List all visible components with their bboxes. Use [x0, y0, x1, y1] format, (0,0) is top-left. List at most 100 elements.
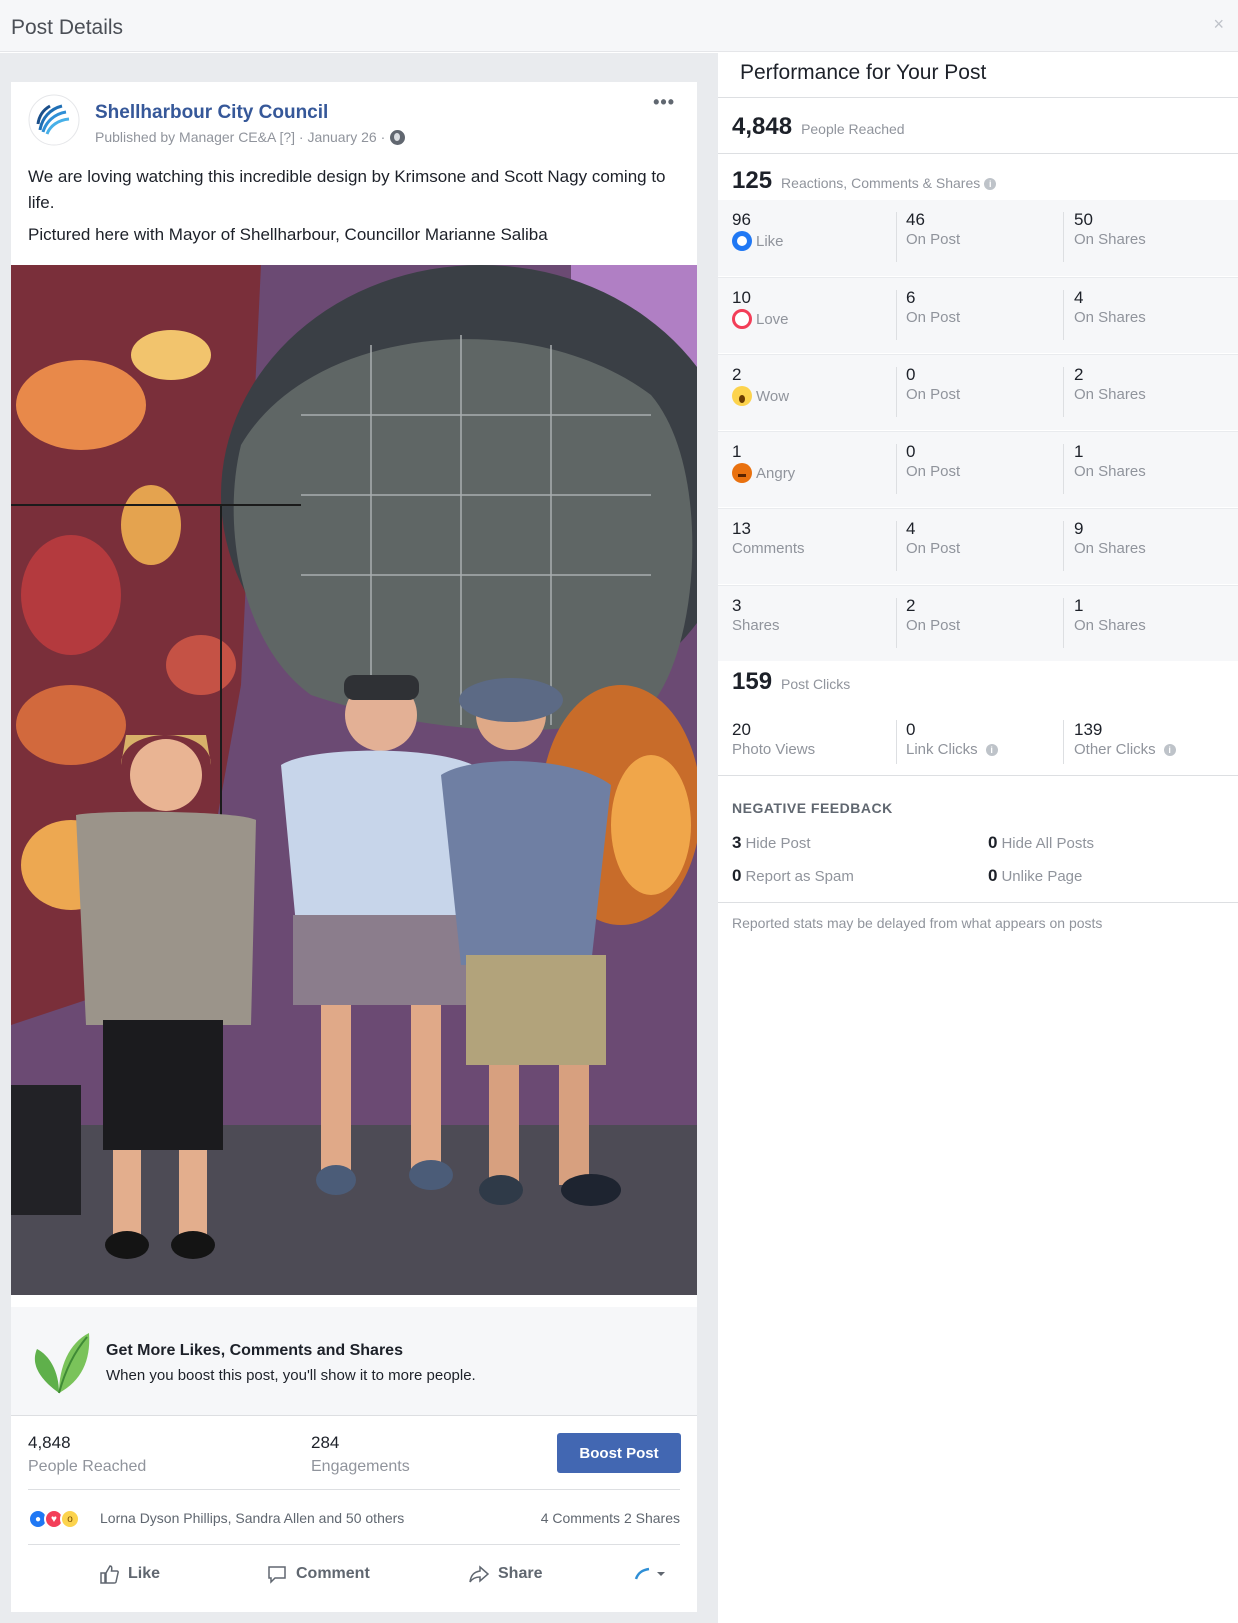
metric-total-value: 1 [732, 442, 742, 461]
divider [718, 902, 1238, 903]
metric-post-cell: 2 On Post [906, 596, 960, 634]
metric-shares-label: On Shares [1074, 386, 1146, 403]
metric-total-cell: 3 Shares [732, 596, 780, 634]
hide-post-label: Hide Post [745, 835, 811, 852]
unlike-page-stat: 0 Unlike Page [988, 866, 1082, 886]
post-text-line: Pictured here with Mayor of Shellharbour… [28, 225, 548, 244]
post-meta: Published by Manager CE&A [?] · January … [95, 129, 406, 145]
post-photo[interactable] [11, 265, 697, 1295]
divider [1063, 290, 1064, 340]
like-button-label: Like [128, 1565, 161, 1582]
share-icon [469, 1565, 490, 1583]
metric-post-value: 46 [906, 210, 925, 229]
reaction-icons[interactable]: ● ♥ o [28, 1509, 80, 1529]
close-icon[interactable]: × [1213, 14, 1224, 35]
performance-title: Performance for Your Post [740, 61, 987, 84]
divider [896, 521, 897, 571]
metric-total-cell: 10 Love [732, 288, 789, 329]
info-icon[interactable]: i [984, 178, 997, 191]
metric-post-value: 0 [906, 442, 916, 461]
metric-post-label: On Post [906, 386, 961, 403]
metric-total-cell: 2 Wow [732, 365, 789, 406]
wow-reaction-icon [732, 386, 752, 406]
post-meta-text: Published by Manager CE&A [?] · January … [95, 129, 386, 145]
report-spam-stat: 0 Report as Spam [732, 866, 854, 886]
share-button-label: Share [498, 1565, 543, 1582]
report-spam-value: 0 [732, 866, 742, 885]
people-reached-metric: 4,848 People Reached [732, 113, 905, 141]
metric-shares-value: 50 [1074, 210, 1093, 229]
divider [896, 720, 897, 764]
promo-description: When you boost this post, you'll show it… [106, 1367, 476, 1384]
post-text-line: We are loving watching this incredible d… [28, 167, 666, 212]
reactor-names-link[interactable]: Lorna Dyson Phillips, Sandra Allen and 5… [100, 1510, 404, 1526]
photo-views-value: 20 [732, 720, 751, 739]
metric-shares-label: On Shares [1074, 463, 1146, 480]
metric-shares-cell: 1 On Shares [1074, 596, 1146, 634]
metric-shares-value: 9 [1074, 519, 1084, 538]
metric-shares-value: 1 [1074, 596, 1084, 615]
info-icon[interactable]: i [1163, 743, 1176, 756]
chevron-down-icon [657, 1572, 665, 1576]
metric-shares-label: On Shares [1074, 231, 1146, 248]
metric-shares-cell: 4 On Shares [1074, 288, 1146, 326]
metric-shares-cell: 1 On Shares [1074, 442, 1146, 480]
metric-shares-value: 1 [1074, 442, 1084, 461]
reactions-summary: ● ♥ o Lorna Dyson Phillips, Sandra Allen… [28, 1489, 680, 1545]
metric-label-text: Like [756, 232, 784, 250]
metric-shares-value: 4 [1074, 288, 1084, 307]
metric-total-cell: 1 Angry [732, 442, 795, 483]
metric-post-label: On Post [906, 231, 961, 248]
audience-selector[interactable] [634, 1567, 666, 1581]
other-clicks-cell: 139 Other Clicks i [1074, 720, 1176, 758]
engagement-label-text: Reactions, Comments & Shares [781, 175, 981, 191]
metric-shares-value: 2 [1074, 365, 1084, 384]
metric-shares-cell: 2 On Shares [1074, 365, 1146, 403]
comment-button[interactable]: Comment [266, 1563, 370, 1585]
people-reached-label: People Reached [28, 1458, 147, 1475]
page-logo[interactable] [28, 94, 80, 146]
reaction-breakdown-table: 96 Like 46 On Post 50 On Shares 10 Love … [718, 200, 1238, 662]
like-button[interactable]: Like [98, 1563, 160, 1585]
clicks-breakdown-row: 20 Photo Views 0 Link Clicks i 139 Other … [718, 716, 1238, 776]
comment-button-label: Comment [296, 1565, 370, 1582]
other-clicks-label: Other Clicks i [1074, 741, 1176, 758]
hide-all-posts-stat: 0 Hide All Posts [988, 833, 1094, 853]
share-button[interactable]: Share [468, 1563, 542, 1585]
performance-panel: Performance for Your Post 4,848 People R… [718, 53, 1238, 1623]
metric-row-comments: 13 Comments 4 On Post 9 On Shares [718, 508, 1238, 585]
boost-promo: Get More Likes, Comments and Shares When… [11, 1307, 697, 1415]
divider [896, 212, 897, 262]
leaf-icon [34, 1333, 90, 1394]
metric-shares-label: On Shares [1074, 309, 1146, 326]
comments-shares-count[interactable]: 4 Comments 2 Shares [541, 1510, 680, 1526]
divider [718, 153, 1238, 154]
more-options-icon[interactable]: ••• [653, 92, 675, 113]
like-reaction-icon [732, 231, 752, 251]
metric-total-label: Wow [732, 386, 789, 406]
stats-delay-note: Reported stats may be delayed from what … [732, 915, 1103, 931]
metric-shares-cell: 50 On Shares [1074, 210, 1146, 248]
metric-total-value: 10 [732, 288, 751, 307]
metric-shares-cell: 9 On Shares [1074, 519, 1146, 557]
boost-post-button[interactable]: Boost Post [557, 1433, 681, 1473]
promo-title: Get More Likes, Comments and Shares [106, 1342, 403, 1359]
metric-total-value: 13 [732, 519, 751, 538]
metric-total-label: Shares [732, 617, 780, 634]
metric-total-cell: 96 Like [732, 210, 784, 251]
post-action-bar: Like Comment Share [28, 1545, 680, 1603]
post-text: We are loving watching this incredible d… [28, 164, 678, 248]
negative-feedback-title: NEGATIVE FEEDBACK [732, 800, 893, 816]
modal-header: Post Details × [0, 0, 1238, 52]
info-icon[interactable]: i [985, 743, 998, 756]
metric-label-text: Angry [756, 464, 796, 482]
divider [1063, 720, 1064, 764]
metric-row-angry: 1 Angry 0 On Post 1 On Shares [718, 431, 1238, 508]
post-clicks-total: 159 [732, 668, 773, 695]
metric-row-like: 96 Like 46 On Post 50 On Shares [718, 200, 1238, 277]
metric-post-value: 2 [906, 596, 916, 615]
metric-row-wow: 2 Wow 0 On Post 2 On Shares [718, 354, 1238, 431]
page-name-link[interactable]: Shellharbour City Council [95, 102, 328, 124]
photo-views-label: Photo Views [732, 741, 816, 758]
report-spam-label: Report as Spam [745, 868, 854, 885]
